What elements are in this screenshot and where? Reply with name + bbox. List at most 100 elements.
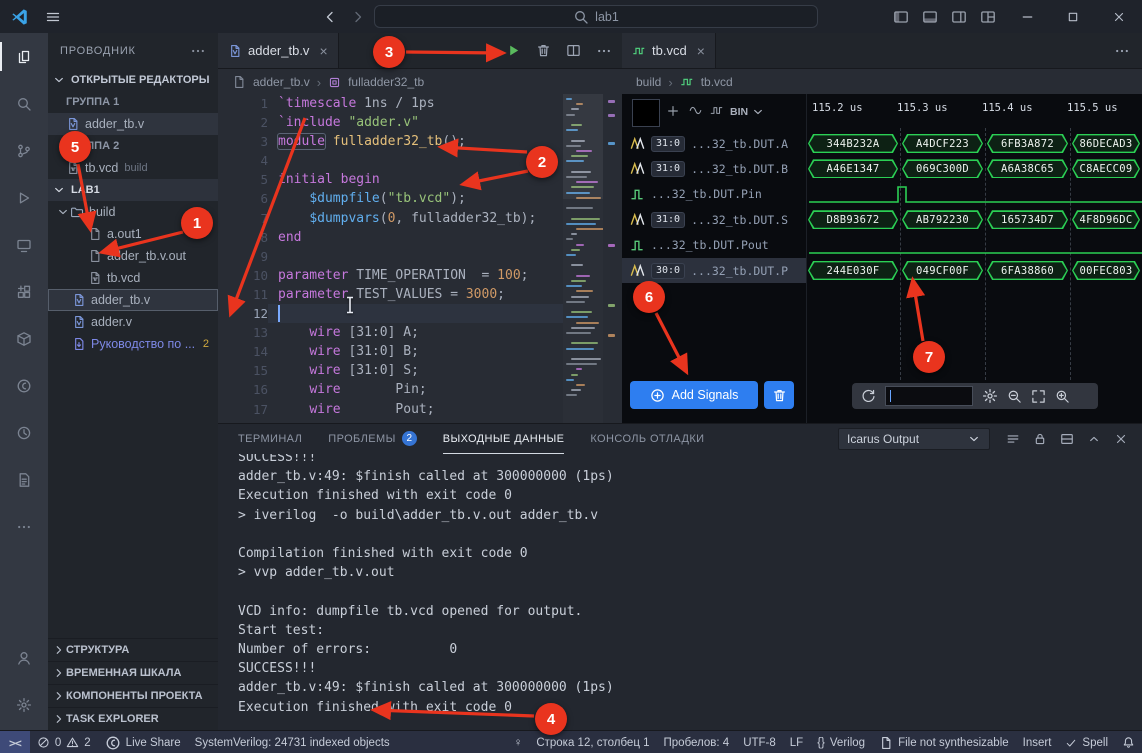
- toggle-sidebar-icon[interactable]: [893, 9, 909, 25]
- toggle-secondary-sidebar-icon[interactable]: [951, 9, 967, 25]
- code-editor[interactable]: 1234567891011121314151617 `timescale 1ns…: [218, 94, 622, 423]
- timestamp-input[interactable]: [885, 386, 973, 406]
- status-synthesis-warning[interactable]: File not synthesizable: [872, 731, 1016, 753]
- section-label: ВРЕМЕННАЯ ШКАЛА: [66, 667, 181, 679]
- code-token: Pout;: [341, 402, 435, 417]
- status-live-share[interactable]: Live Share: [98, 731, 188, 753]
- close-button[interactable]: [1096, 0, 1142, 33]
- add-signals-button[interactable]: Add Signals: [630, 381, 758, 409]
- open-editors-header[interactable]: ОТКРЫТЫЕ РЕДАКТОРЫ: [48, 69, 218, 91]
- maximize-button[interactable]: [1050, 0, 1096, 33]
- signal-row[interactable]: 31:0...32_tb.DUT.B: [622, 156, 806, 181]
- activity-timeline[interactable]: [0, 409, 48, 456]
- zoom-in-icon[interactable]: [1055, 389, 1070, 404]
- section-временная-шкала[interactable]: ВРЕМЕННАЯ ШКАЛА: [48, 661, 218, 684]
- zoom-out-icon[interactable]: [1007, 389, 1022, 404]
- close-panel-icon[interactable]: [1114, 432, 1128, 446]
- activity-live-share[interactable]: [0, 362, 48, 409]
- split-editor-button[interactable]: [566, 43, 581, 58]
- terminal-output[interactable]: SUCCESS!!! adder_tb.v:49: $finish called…: [238, 448, 614, 717]
- activity-search[interactable]: [0, 80, 48, 127]
- breadcrumb-file[interactable]: adder_tb.v: [253, 75, 310, 89]
- more-actions-icon[interactable]: [1114, 33, 1130, 68]
- signal-row[interactable]: 30:0...32_tb.DUT.P: [622, 258, 806, 283]
- minimize-button[interactable]: [1004, 0, 1050, 33]
- minimap[interactable]: [563, 94, 603, 423]
- status-language-mode[interactable]: {}Verilog: [810, 731, 872, 753]
- status-spell[interactable]: Spell: [1058, 731, 1115, 753]
- status-eol[interactable]: LF: [783, 731, 810, 753]
- activity-remote[interactable]: [0, 221, 48, 268]
- minimap-slider[interactable]: [563, 94, 603, 199]
- refresh-icon[interactable]: [861, 389, 876, 404]
- more-actions-icon[interactable]: [596, 43, 612, 59]
- output-actions-icon[interactable]: [1006, 432, 1020, 446]
- zoom-fit-icon[interactable]: [1031, 389, 1046, 404]
- toggle-panel-icon[interactable]: [922, 9, 938, 25]
- status-notifications[interactable]: [1115, 731, 1142, 753]
- customize-layout-icon[interactable]: [980, 9, 996, 25]
- tree-file-adder_tb.v.out[interactable]: adder_tb.v.out: [48, 245, 218, 267]
- tree-file-adder_tb.v[interactable]: adder_tb.v: [48, 289, 218, 311]
- tree-file--...[interactable]: Руководство по ...2: [48, 333, 218, 355]
- gear-icon[interactable]: [982, 388, 998, 404]
- add-marker-icon[interactable]: [666, 104, 680, 118]
- panel-tab-консоль-отладки[interactable]: КОНСОЛЬ ОТЛАДКИ: [590, 424, 704, 454]
- more-actions-icon[interactable]: [190, 43, 206, 59]
- chevron-right-icon: [52, 689, 66, 703]
- activity-account[interactable]: [0, 634, 48, 681]
- back-icon[interactable]: [322, 9, 338, 25]
- breadcrumb-file[interactable]: tb.vcd: [701, 75, 733, 89]
- panel-tab-терминал[interactable]: ТЕРМИНАЛ: [238, 424, 302, 454]
- names-divider[interactable]: [806, 94, 807, 423]
- activity-package[interactable]: [0, 315, 48, 362]
- activity-extensions[interactable]: [0, 268, 48, 315]
- tab-tb-vcd[interactable]: tb.vcd ×: [622, 33, 716, 68]
- breadcrumb-folder[interactable]: build: [636, 75, 661, 89]
- command-center-search[interactable]: lab1: [374, 5, 818, 28]
- activity-explorer[interactable]: [0, 33, 48, 80]
- minimap-line: [576, 228, 603, 230]
- tab-adder-tb-v[interactable]: adder_tb.v ×: [218, 33, 339, 68]
- panel-tab-выходные-данные[interactable]: ВЫХОДНЫЕ ДАННЫЕ: [443, 424, 565, 454]
- analog-wave-icon[interactable]: [688, 104, 703, 117]
- signal-row[interactable]: ...32_tb.DUT.Pin: [622, 182, 806, 207]
- split-terminal-icon[interactable]: [1060, 432, 1074, 446]
- activity-run-debug[interactable]: [0, 174, 48, 221]
- close-tab-icon[interactable]: ×: [697, 44, 705, 58]
- remove-signals-button[interactable]: [764, 381, 794, 409]
- menu-icon[interactable]: [45, 9, 61, 25]
- workspace-root[interactable]: LAB1: [48, 179, 218, 201]
- panel-tab-проблемы[interactable]: ПРОБЛЕМЫ2: [328, 424, 416, 454]
- digital-wave-icon[interactable]: [709, 104, 724, 117]
- trash-button[interactable]: [536, 43, 551, 58]
- radix-select[interactable]: BIN: [730, 105, 765, 119]
- maximize-panel-icon[interactable]: [1087, 432, 1101, 446]
- status-gender-indicator[interactable]: ♀: [507, 731, 530, 753]
- signal-row[interactable]: 31:0...32_tb.DUT.S: [622, 207, 806, 232]
- status-remote-indicator[interactable]: ><: [0, 731, 30, 753]
- close-tab-icon[interactable]: ×: [319, 44, 327, 58]
- section-структура[interactable]: СТРУКТУРА: [48, 638, 218, 661]
- tree-file-adder.v[interactable]: adder.v: [48, 311, 218, 333]
- tree-file-tb.vcd[interactable]: tb.vcd: [48, 267, 218, 289]
- status-insert-mode[interactable]: Insert: [1016, 731, 1059, 753]
- lock-scroll-icon[interactable]: [1033, 432, 1047, 446]
- forward-icon[interactable]: [350, 9, 366, 25]
- status-systemverilog-indexer[interactable]: SystemVerilog: 24731 indexed objects: [188, 731, 397, 753]
- section-task-explorer[interactable]: TASK EXPLORER: [48, 707, 218, 730]
- output-channel-select[interactable]: Icarus Output: [838, 428, 990, 450]
- status-encoding[interactable]: UTF-8: [736, 731, 783, 753]
- activity-more[interactable]: [0, 503, 48, 550]
- section-компоненты-проекта[interactable]: КОМПОНЕНТЫ ПРОЕКТА: [48, 684, 218, 707]
- activity-source-control[interactable]: [0, 127, 48, 174]
- breadcrumb-symbol[interactable]: fulladder32_tb: [348, 75, 424, 89]
- signal-row[interactable]: ...32_tb.DUT.Pout: [622, 233, 806, 258]
- activity-report[interactable]: [0, 456, 48, 503]
- status-indentation[interactable]: Пробелов: 4: [657, 731, 737, 753]
- run-file-button[interactable]: [506, 43, 521, 58]
- overview-ruler[interactable]: [603, 94, 622, 423]
- status-problems[interactable]: 02: [30, 731, 98, 753]
- signal-row[interactable]: 31:0...32_tb.DUT.A: [622, 131, 806, 156]
- activity-settings[interactable]: [0, 681, 48, 728]
